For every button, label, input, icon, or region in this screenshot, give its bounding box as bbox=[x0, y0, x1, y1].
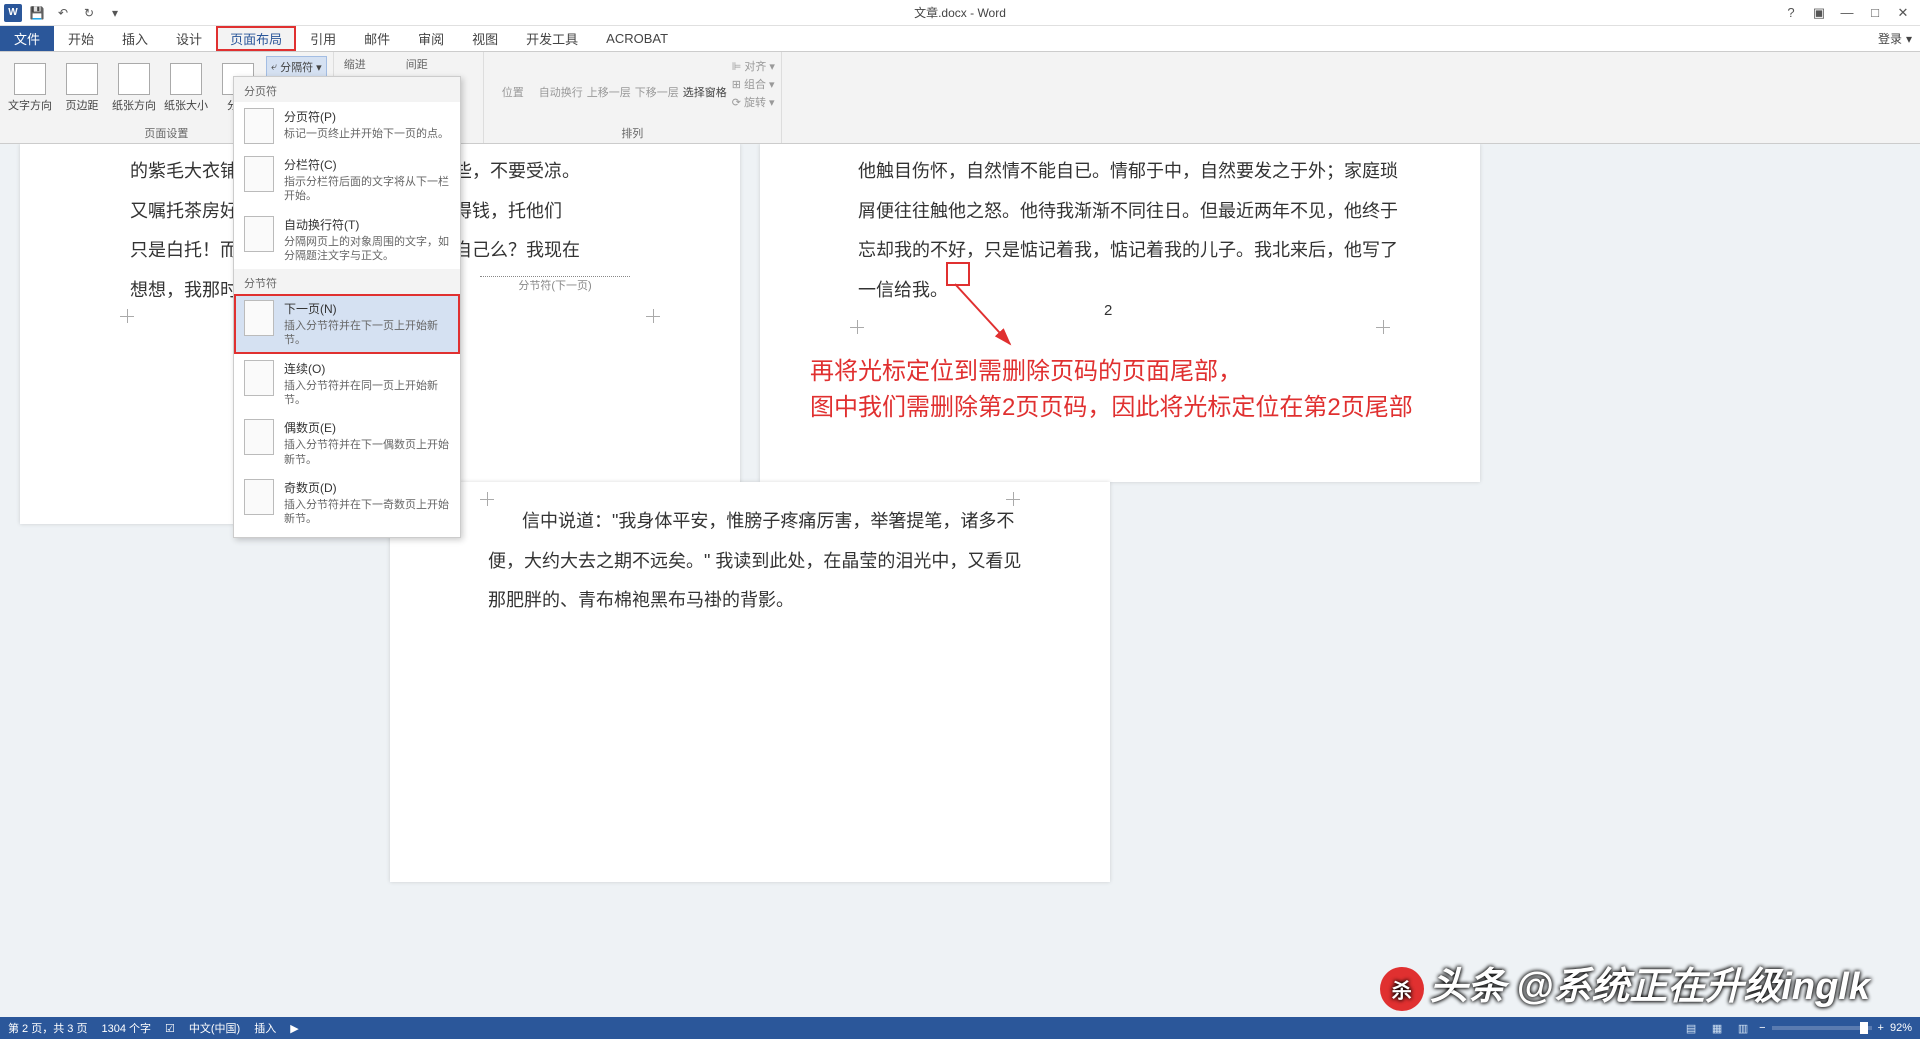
margins-button[interactable]: 页边距 bbox=[58, 54, 106, 122]
view-read-mode-button[interactable]: ▤ bbox=[1681, 1019, 1701, 1037]
text-direction-button[interactable]: 文字方向 bbox=[6, 54, 54, 122]
continuous-break-icon bbox=[244, 360, 274, 396]
tab-page-layout[interactable]: 页面布局 bbox=[216, 26, 296, 51]
page-3: 信中说道："我身体平安，惟膀子疼痛厉害，举箸提笔，诸多不 便，大约大去之期不远矣… bbox=[390, 482, 1110, 882]
status-proofing-icon[interactable]: ☑ bbox=[165, 1022, 175, 1035]
group-arrange: 位置 自动换行 上移一层 下移一层 选择窗格 ⊫ 对齐 ▾ ⊞ 组合 ▾ ⟳ 旋… bbox=[484, 52, 782, 143]
crop-mark-icon bbox=[120, 309, 134, 323]
zoom-in-button[interactable]: + bbox=[1878, 1022, 1884, 1034]
doc-text: 他触目伤怀，自然情不能自已。情郁于中，自然要发之于外；家庭琐 屑便往往触他之怒。… bbox=[858, 152, 1418, 310]
word-icon: W bbox=[4, 4, 22, 22]
crop-mark-icon bbox=[850, 320, 864, 334]
view-print-layout-button[interactable]: ▦ bbox=[1707, 1019, 1727, 1037]
ribbon-tabs: 文件 开始 插入 设计 页面布局 引用 邮件 审阅 视图 开发工具 ACROBA… bbox=[0, 26, 1920, 52]
tab-home[interactable]: 开始 bbox=[54, 26, 108, 51]
text-wrap-break-icon bbox=[244, 216, 274, 252]
tab-view[interactable]: 视图 bbox=[458, 26, 512, 51]
ribbon-display-button[interactable]: ▣ bbox=[1806, 2, 1832, 24]
help-button[interactable]: ? bbox=[1778, 2, 1804, 24]
position-button[interactable]: 位置 bbox=[490, 54, 536, 100]
close-button[interactable]: ✕ bbox=[1890, 2, 1916, 24]
next-page-break-icon bbox=[244, 300, 274, 336]
menu-section-page-breaks: 分页符 bbox=[234, 77, 460, 102]
status-language[interactable]: 中文(中国) bbox=[189, 1020, 240, 1036]
maximize-button[interactable]: □ bbox=[1862, 2, 1888, 24]
window-controls: ? ▣ — □ ✕ bbox=[1778, 2, 1916, 24]
zoom-slider[interactable] bbox=[1772, 1026, 1872, 1030]
send-backward-button[interactable]: 下移一层 bbox=[634, 54, 680, 100]
undo-button[interactable]: ↶ bbox=[52, 2, 74, 24]
group-objects-button[interactable]: ⊞ 组合 ▾ bbox=[732, 76, 775, 92]
tab-file[interactable]: 文件 bbox=[0, 26, 54, 51]
tab-references[interactable]: 引用 bbox=[296, 26, 350, 51]
menu-item-next-page[interactable]: 下一页(N)插入分节符并在下一页上开始新节。 bbox=[234, 294, 460, 354]
orientation-button[interactable]: 纸张方向 bbox=[110, 54, 158, 122]
group-label-arrange: 排列 bbox=[490, 123, 775, 143]
tab-acrobat[interactable]: ACROBAT bbox=[592, 26, 682, 51]
crop-mark-icon bbox=[480, 492, 494, 506]
indent-label: 缩进 bbox=[344, 56, 366, 72]
redo-button[interactable]: ↻ bbox=[78, 2, 100, 24]
tab-insert[interactable]: 插入 bbox=[108, 26, 162, 51]
menu-item-even-page[interactable]: 偶数页(E)插入分节符并在下一偶数页上开始新节。 bbox=[234, 413, 460, 473]
tab-developer[interactable]: 开发工具 bbox=[512, 26, 592, 51]
view-web-layout-button[interactable]: ▥ bbox=[1733, 1019, 1753, 1037]
breaks-menu: 分页符 分页符(P)标记一页终止并开始下一页的点。 分栏符(C)指示分栏符后面的… bbox=[233, 76, 461, 538]
crop-mark-icon bbox=[1376, 320, 1390, 334]
annotation-text: 再将光标定位到需删除页码的页面尾部， 图中我们需删除第2页页码，因此将光标定位在… bbox=[810, 354, 1413, 426]
menu-item-text-wrapping-break[interactable]: 自动换行符(T)分隔网页上的对象周围的文字，如分隔题注文字与正文。 bbox=[234, 210, 460, 270]
tab-review[interactable]: 审阅 bbox=[404, 26, 458, 51]
column-break-icon bbox=[244, 156, 274, 192]
menu-section-section-breaks: 分节符 bbox=[234, 269, 460, 294]
menu-item-column-break[interactable]: 分栏符(C)指示分栏符后面的文字将从下一栏开始。 bbox=[234, 150, 460, 210]
login-link[interactable]: 登录 ▾ bbox=[1878, 26, 1912, 51]
bring-forward-button[interactable]: 上移一层 bbox=[586, 54, 632, 100]
status-bar: 第 2 页，共 3 页 1304 个字 ☑ 中文(中国) 插入 ▶ ▤ ▦ ▥ … bbox=[0, 1017, 1920, 1039]
status-page[interactable]: 第 2 页，共 3 页 bbox=[8, 1020, 87, 1036]
page-break-icon bbox=[244, 108, 274, 144]
status-word-count[interactable]: 1304 个字 bbox=[101, 1020, 151, 1036]
quick-access-toolbar: W 💾 ↶ ↻ ▾ bbox=[0, 2, 126, 24]
watermark: 头条 @系统正在升级inglk bbox=[1380, 955, 1870, 1011]
menu-item-continuous[interactable]: 连续(O)插入分节符并在同一页上开始新节。 bbox=[234, 354, 460, 414]
even-page-break-icon bbox=[244, 419, 274, 455]
tab-design[interactable]: 设计 bbox=[162, 26, 216, 51]
window-title: 文章.docx - Word bbox=[914, 4, 1006, 21]
status-macro-icon[interactable]: ▶ bbox=[290, 1022, 298, 1035]
section-break-indicator: 分节符(下一页) bbox=[480, 276, 630, 293]
crop-mark-icon bbox=[646, 309, 660, 323]
size-button[interactable]: 纸张大小 bbox=[162, 54, 210, 122]
zoom-level[interactable]: 92% bbox=[1890, 1022, 1912, 1034]
odd-page-break-icon bbox=[244, 479, 274, 515]
breaks-dropdown[interactable]: ⤶ 分隔符 ▾ bbox=[266, 56, 327, 78]
align-button[interactable]: ⊫ 对齐 ▾ bbox=[732, 58, 775, 74]
tab-mailings[interactable]: 邮件 bbox=[350, 26, 404, 51]
doc-text: 信中说道："我身体平安，惟膀子疼痛厉害，举箸提笔，诸多不 便，大约大去之期不远矣… bbox=[522, 502, 1052, 621]
zoom-out-button[interactable]: − bbox=[1759, 1022, 1765, 1034]
qat-customize-button[interactable]: ▾ bbox=[104, 2, 126, 24]
menu-item-odd-page[interactable]: 奇数页(D)插入分节符并在下一奇数页上开始新节。 bbox=[234, 473, 460, 533]
save-button[interactable]: 💾 bbox=[26, 2, 48, 24]
menu-item-page-break[interactable]: 分页符(P)标记一页终止并开始下一页的点。 bbox=[234, 102, 460, 150]
rotate-button[interactable]: ⟳ 旋转 ▾ bbox=[732, 94, 775, 110]
page-2: 他触目伤怀，自然情不能自已。情郁于中，自然要发之于外；家庭琐 屑便往往触他之怒。… bbox=[760, 144, 1480, 482]
selection-pane-button[interactable]: 选择窗格 bbox=[682, 54, 728, 100]
minimize-button[interactable]: — bbox=[1834, 2, 1860, 24]
annotation-arrow bbox=[945, 279, 1025, 359]
page-number: 2 bbox=[1104, 302, 1112, 319]
spacing-label: 间距 bbox=[406, 56, 428, 72]
watermark-logo-icon bbox=[1380, 967, 1424, 1011]
wrap-text-button[interactable]: 自动换行 bbox=[538, 54, 584, 100]
title-bar: W 💾 ↶ ↻ ▾ 文章.docx - Word ? ▣ — □ ✕ bbox=[0, 0, 1920, 26]
status-insert-mode[interactable]: 插入 bbox=[254, 1020, 276, 1036]
